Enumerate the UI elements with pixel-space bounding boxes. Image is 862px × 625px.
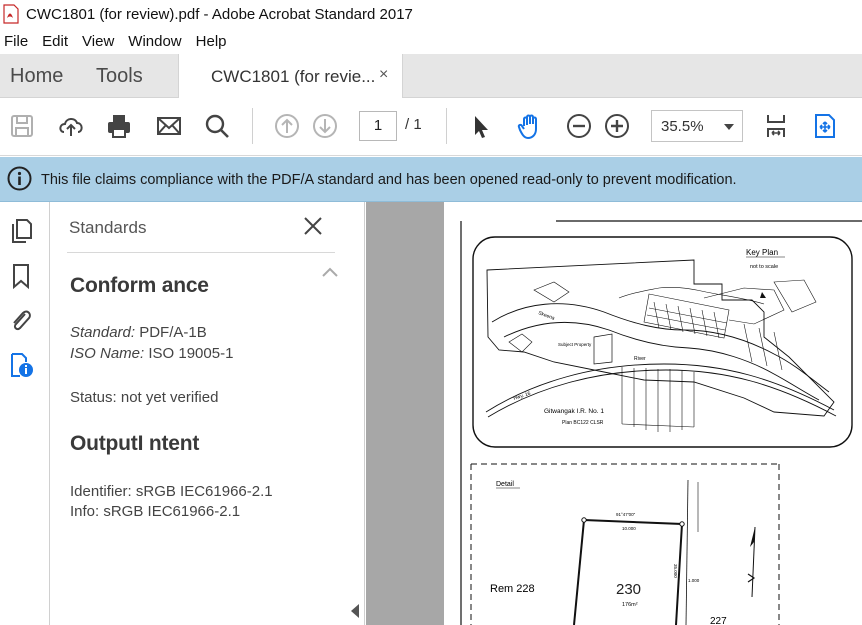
toolbar-separator [252,108,253,144]
river-label: River [634,356,646,362]
menu-file[interactable]: File [4,33,28,50]
fit-page-button[interactable] [760,110,792,142]
standards-panel: Standards Conform ance Standard: PDF/A-1… [51,202,365,625]
conformance-heading: Conform ance [70,274,209,297]
panel-title: Standards [69,218,147,237]
previous-page-button[interactable] [271,110,303,142]
standard-row: Standard: PDF/A-1B [70,324,207,341]
key-plan-title: Key Plan [746,248,778,257]
tab-home[interactable]: Home [10,65,63,88]
close-icon[interactable] [301,214,325,238]
menu-bar: File Edit View Window Help [0,28,862,54]
zoom-dropdown[interactable]: 35.5% [651,110,743,142]
tab-bar: Home Tools CWC1801 (for revie... × [0,54,862,98]
print-button[interactable] [103,110,135,142]
identifier-text: Identifier: sRGB IEC61966-2.1 [70,483,273,500]
select-cursor-icon [475,116,488,138]
bookmarks-button[interactable] [6,261,36,291]
output-intent-heading: OutputI ntent [70,432,200,455]
page-number-input[interactable]: 1 [359,111,397,141]
tab-document-label: CWC1801 (for revie... [211,67,376,86]
info-text: Info: sRGB IEC61966-2.1 [70,503,241,520]
title-bar: CWC1801 (for review).pdf - Adobe Acrobat… [0,0,862,28]
detail-label: Detail [496,481,514,488]
pdf-page: Key Plan not to scale Skeena River Subje… [444,202,862,625]
highway-label: Hwy. 16 [513,391,532,402]
menu-view[interactable]: View [82,33,114,50]
tab-tools[interactable]: Tools [96,65,143,88]
lot-227-label: 227 [710,616,727,625]
iso-name-row: ISO Name: ISO 19005-1 [70,345,233,362]
page-thumbnails-button[interactable] [6,216,36,246]
save-button[interactable] [6,110,38,142]
menu-window[interactable]: Window [128,33,181,50]
menu-help[interactable]: Help [196,33,227,50]
toolbar-separator [446,108,447,144]
page-up-icon [275,114,299,138]
select-tool-button[interactable] [465,110,497,142]
print-icon [108,115,130,138]
hand-icon [517,114,537,139]
standards-button[interactable] [6,350,36,380]
dimension-offset: 1.000 [688,578,700,583]
search-icon [205,114,229,138]
lot-number: 230 [616,581,641,598]
pdf-file-icon [3,4,19,24]
menu-edit[interactable]: Edit [42,33,68,50]
remainder-lot-label: Rem 228 [490,583,535,595]
email-icon [157,117,181,135]
survey-plan-drawing: Key Plan not to scale Skeena River Subje… [460,220,862,625]
full-screen-button[interactable] [809,110,841,142]
pdfa-info-bar: This file claims compliance with the PDF… [0,157,862,202]
iso-name-label: ISO Name: [70,345,145,362]
close-tab-icon[interactable]: × [379,66,388,84]
standard-value: PDF/A-1B [139,324,207,341]
zoom-in-button[interactable] [601,110,633,142]
plan-reference: Plan BC122 CLSR [562,420,604,426]
lot-area: 176m² [622,602,638,608]
iso-name-value: ISO 19005-1 [148,345,234,362]
attachments-button[interactable] [6,305,36,335]
upload-button[interactable] [55,110,87,142]
save-icon [11,115,33,137]
document-canvas[interactable]: Key Plan not to scale Skeena River Subje… [366,202,862,625]
svg-text:Skeena: Skeena [537,310,555,322]
page-total: / 1 [405,116,422,133]
subject-property-label: Subject Property [558,342,592,347]
page-down-icon [313,114,337,138]
reserve-name: Gitwangak I.R. No. 1 [544,408,604,415]
email-button[interactable] [153,110,185,142]
standards-info-icon [11,353,33,377]
search-button[interactable] [201,110,233,142]
info-message: This file claims compliance with the PDF… [41,172,737,188]
collapse-up-icon[interactable] [321,266,339,278]
cloud-upload-icon [59,118,83,136]
status-text: Status: not yet verified [70,389,219,406]
zoom-out-button[interactable] [563,110,595,142]
panel-divider [67,252,335,253]
dimension-right: 35.000 [673,564,678,578]
info-icon [7,166,32,191]
hand-tool-button[interactable] [514,110,546,142]
bearing-top: 91°47'00" [616,512,636,517]
paperclip-icon [13,310,31,331]
scroll-left-arrow[interactable] [351,604,359,618]
page-thumbnails-icon [12,219,32,243]
zoom-out-icon [567,114,591,138]
fit-page-icon [767,115,785,137]
next-page-button[interactable] [309,110,341,142]
zoom-in-icon [605,114,629,138]
standard-label: Standard: [70,324,136,341]
key-plan-subtitle: not to scale [750,264,778,270]
dimension-top: 10.000 [622,526,636,531]
chevron-down-icon [724,124,734,130]
full-screen-icon [815,114,835,138]
window-title: CWC1801 (for review).pdf - Adobe Acrobat… [26,5,413,23]
bookmark-icon [13,264,29,290]
toolbar: 1 / 1 35.5% [0,98,862,156]
tab-document[interactable]: CWC1801 (for revie... × [178,54,403,98]
zoom-value: 35.5% [661,118,704,135]
navigation-rail [0,202,50,625]
